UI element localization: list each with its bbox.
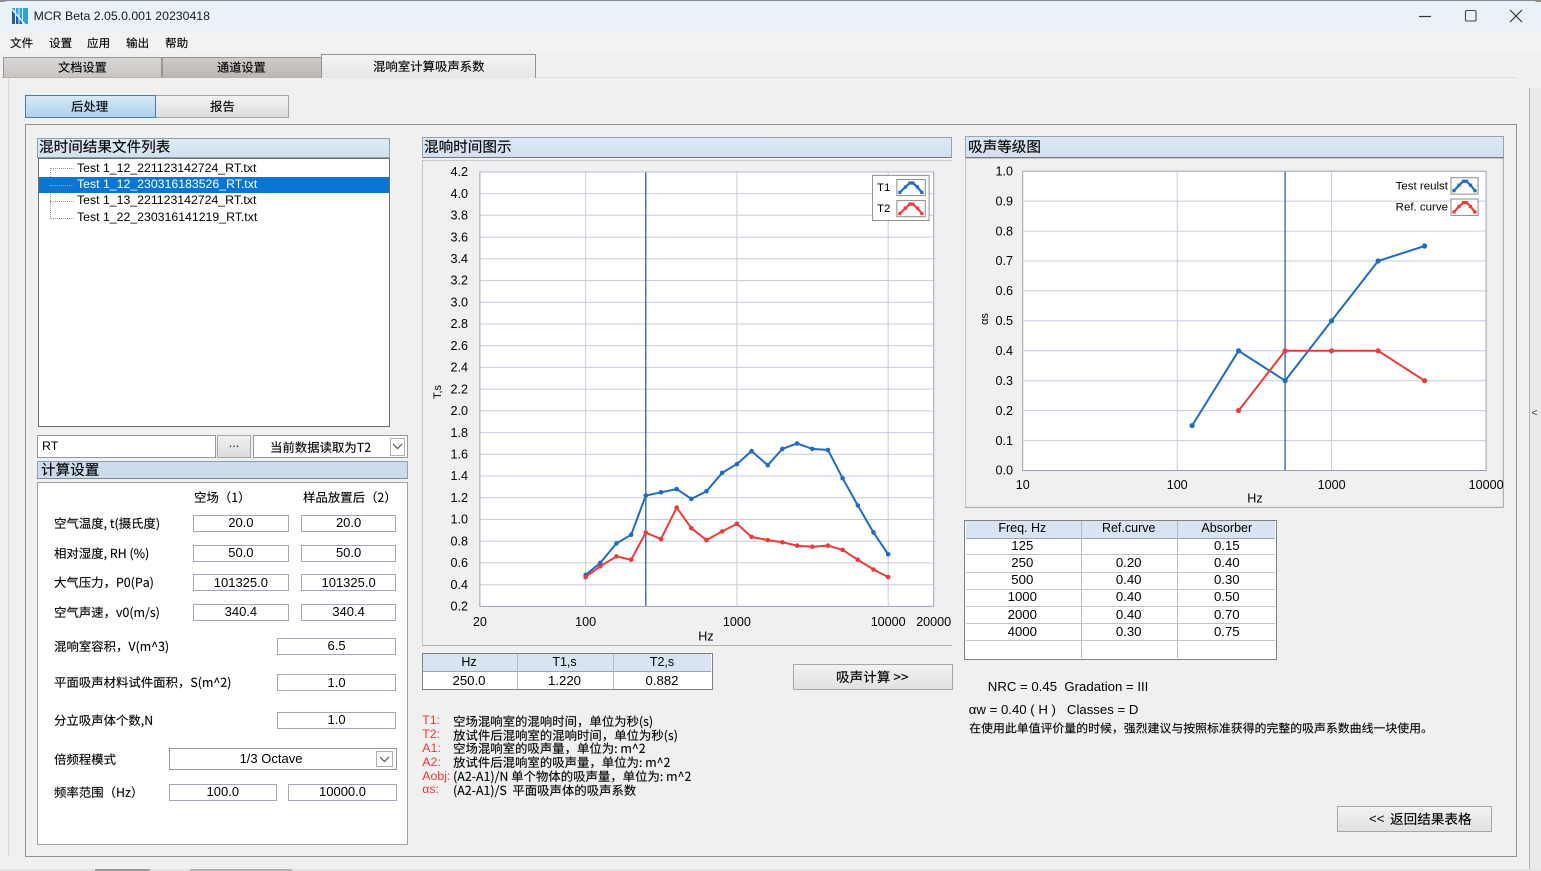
- svg-text:2.4: 2.4: [450, 361, 468, 375]
- svg-text:20: 20: [473, 615, 487, 629]
- svg-text:4.2: 4.2: [450, 165, 468, 179]
- svg-text:100: 100: [1167, 478, 1188, 492]
- svg-text:1.8: 1.8: [450, 426, 468, 440]
- svg-text:3.4: 3.4: [450, 252, 468, 266]
- svg-text:10000: 10000: [1469, 478, 1504, 492]
- svg-text:4.0: 4.0: [450, 187, 468, 201]
- svg-text:3.0: 3.0: [450, 295, 468, 309]
- svg-text:0.3: 0.3: [996, 374, 1014, 388]
- svg-text:0.6: 0.6: [450, 556, 468, 570]
- svg-text:0.0: 0.0: [996, 464, 1014, 478]
- svg-text:1.0: 1.0: [996, 165, 1014, 179]
- svg-text:3.6: 3.6: [450, 230, 468, 244]
- svg-text:Hz: Hz: [1248, 492, 1263, 506]
- svg-text:1.6: 1.6: [450, 447, 468, 461]
- svg-text:αs: αs: [979, 313, 991, 325]
- svg-text:Ref. curve: Ref. curve: [1396, 202, 1448, 214]
- svg-text:1.0: 1.0: [450, 513, 468, 527]
- svg-text:0.4: 0.4: [450, 578, 468, 592]
- svg-text:2.6: 2.6: [450, 339, 468, 353]
- svg-text:1000: 1000: [1318, 478, 1346, 492]
- svg-text:2.2: 2.2: [450, 382, 468, 396]
- svg-text:10: 10: [1016, 478, 1030, 492]
- svg-text:0.2: 0.2: [996, 404, 1014, 418]
- svg-text:0.6: 0.6: [996, 284, 1014, 298]
- svg-text:0.8: 0.8: [450, 534, 468, 548]
- svg-text:Test reulst: Test reulst: [1396, 181, 1449, 193]
- svg-text:Hz: Hz: [698, 629, 713, 643]
- svg-text:1.2: 1.2: [450, 491, 468, 505]
- svg-text:0.5: 0.5: [996, 314, 1014, 328]
- svg-text:0.8: 0.8: [996, 225, 1014, 239]
- svg-text:3.2: 3.2: [450, 274, 468, 288]
- svg-text:100: 100: [575, 615, 596, 629]
- svg-text:0.7: 0.7: [996, 255, 1014, 269]
- svg-text:1.4: 1.4: [450, 469, 468, 483]
- svg-text:3.8: 3.8: [450, 208, 468, 222]
- svg-text:0.9: 0.9: [996, 195, 1014, 209]
- svg-text:0.2: 0.2: [450, 600, 468, 614]
- svg-text:2.0: 2.0: [450, 404, 468, 418]
- svg-text:T,s: T,s: [432, 384, 444, 399]
- svg-text:T1: T1: [877, 182, 890, 194]
- svg-text:2.8: 2.8: [450, 317, 468, 331]
- svg-text:0.4: 0.4: [996, 344, 1014, 358]
- svg-text:0.1: 0.1: [996, 434, 1014, 448]
- svg-text:T2: T2: [877, 203, 890, 215]
